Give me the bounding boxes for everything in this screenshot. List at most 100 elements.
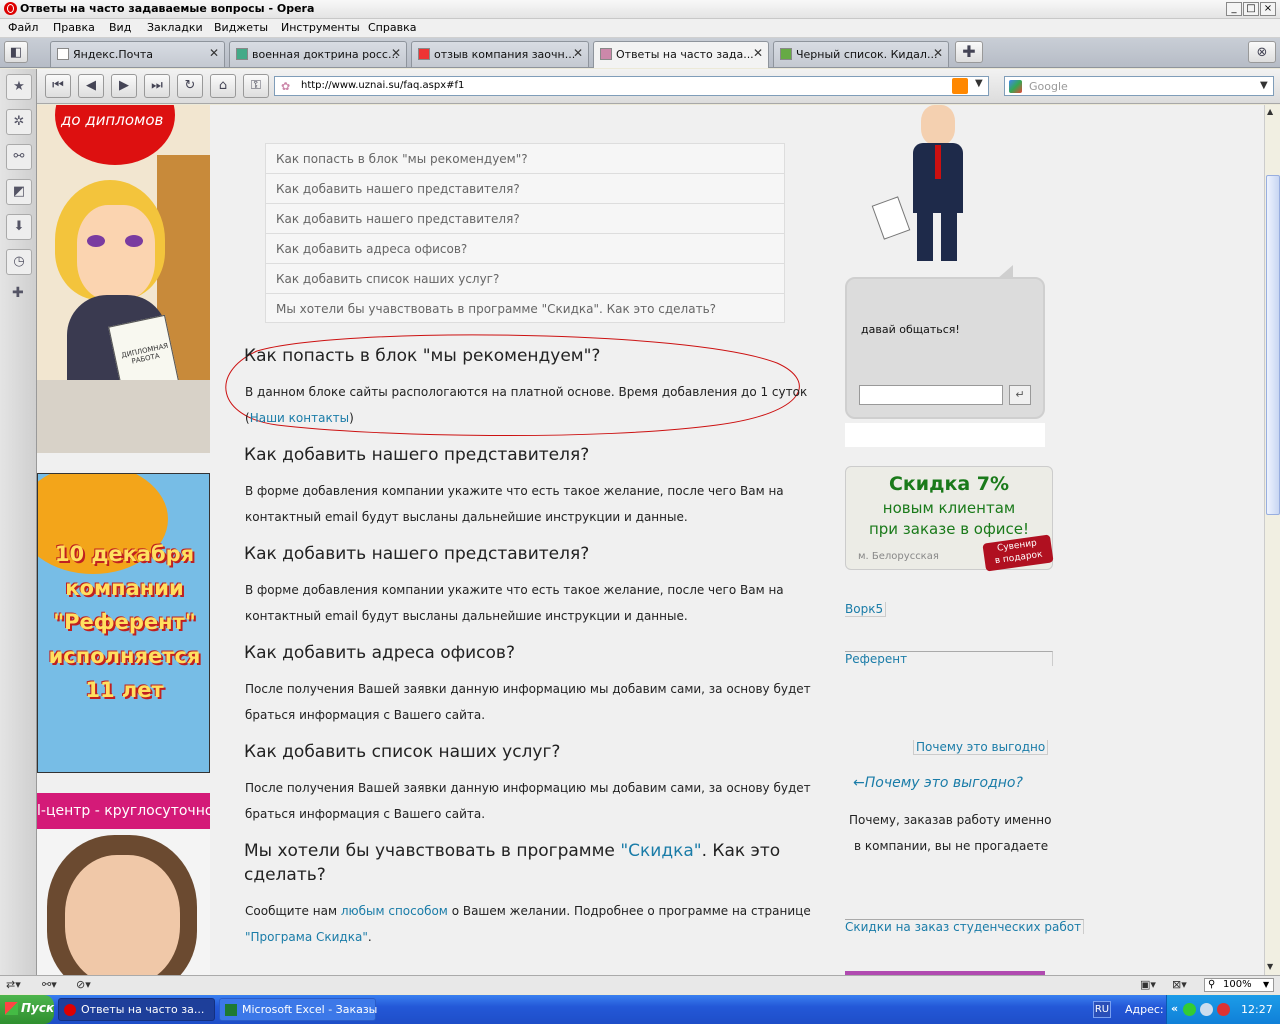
- note-icon: ◩: [12, 184, 26, 199]
- close-button[interactable]: ×: [1260, 2, 1276, 16]
- faq-index-item[interactable]: Как добавить нашего представителя?: [266, 174, 784, 204]
- minimize-button[interactable]: _: [1226, 2, 1242, 16]
- status-turbo-icon[interactable]: ⊘▾: [76, 978, 91, 991]
- status-view-icon[interactable]: ⊠▾: [1172, 978, 1187, 991]
- menu-file[interactable]: Файл: [8, 21, 38, 34]
- plus-icon: ✚: [962, 42, 976, 61]
- add-panel-button[interactable]: ✚: [12, 285, 24, 301]
- tab-close-icon[interactable]: ✕: [573, 46, 583, 60]
- tray-icon-icq[interactable]: [1183, 1003, 1196, 1016]
- discount-title: Скидка 7%: [888, 473, 1010, 495]
- banner-call-center[interactable]: l-центр - круглосуточно!: [37, 793, 210, 975]
- panel-toggle-button[interactable]: ◧: [4, 41, 28, 63]
- tab-yandex-mail[interactable]: Яндекс.Почта ✕: [50, 41, 225, 67]
- status-tool-icon[interactable]: ⇄▾: [6, 978, 21, 991]
- student-discounts-link[interactable]: Скидки на заказ студенческих работ: [845, 919, 1085, 934]
- widgets-panel-button[interactable]: ✲: [6, 109, 32, 135]
- scroll-up-icon[interactable]: ▲: [1267, 107, 1273, 116]
- discount-banner[interactable]: Скидка 7% новым клиентам при заказе в оф…: [845, 466, 1054, 572]
- status-sync-icon[interactable]: ⚯▾: [42, 978, 57, 991]
- lock-icon: ⚿: [251, 78, 261, 93]
- tab-review[interactable]: отзыв компания заочн... ✕: [411, 41, 589, 67]
- search-dropdown-icon[interactable]: ▼: [1260, 80, 1268, 91]
- bookmarks-panel-button[interactable]: ★: [6, 74, 32, 100]
- back-button[interactable]: ◀: [78, 74, 104, 98]
- why-profitable-heading[interactable]: ←Почему это выгодно?: [853, 775, 1023, 791]
- tab-label: Ответы на часто зада...: [616, 48, 754, 61]
- home-button[interactable]: ⌂: [210, 74, 236, 98]
- address-dropdown-icon[interactable]: ▼: [975, 78, 983, 89]
- tray-icon-network[interactable]: [1200, 1003, 1213, 1016]
- address-input[interactable]: http://www.uznai.su/faq.aspx#f1: [301, 80, 464, 91]
- language-indicator[interactable]: RU: [1093, 1001, 1111, 1018]
- banner-referent-anniversary[interactable]: 10 декабря компании "Референт" исполняет…: [37, 473, 210, 773]
- faq-index-item[interactable]: Как попасть в блок "мы рекомендуем"?: [266, 144, 784, 174]
- start-button[interactable]: Пуск: [0, 995, 54, 1024]
- tab-close-icon[interactable]: ✕: [209, 46, 219, 60]
- forward-arrow-icon: ▶: [119, 78, 129, 93]
- faq-index-item[interactable]: Как добавить список наших услуг?: [266, 264, 784, 294]
- faq-index-item[interactable]: Как добавить нашего представителя?: [266, 204, 784, 234]
- faq-index-item[interactable]: Мы хотели бы учавствовать в программе "С…: [266, 294, 784, 324]
- work5-link[interactable]: Ворк5: [845, 602, 887, 617]
- contacts-link[interactable]: Наши контакты: [250, 411, 349, 425]
- downloads-panel-button[interactable]: ⬇: [6, 214, 32, 240]
- tab-blacklist[interactable]: Черный список. Кидал... ✕: [773, 41, 949, 67]
- menu-widgets[interactable]: Виджеты: [214, 21, 268, 34]
- faq-answer-line: браться информация с Вашего сайта.: [245, 807, 486, 821]
- scroll-down-icon[interactable]: ▼: [1267, 962, 1273, 971]
- paren: ): [349, 411, 354, 425]
- tray-expand-icon[interactable]: «: [1171, 1002, 1178, 1015]
- tab-military-doctrine[interactable]: военная доктрина росс... ✕: [229, 41, 407, 67]
- maximize-button[interactable]: □: [1243, 2, 1259, 16]
- tab-faq[interactable]: Ответы на часто зада... ✕: [593, 41, 769, 68]
- search-box[interactable]: Google ▼: [1004, 76, 1274, 96]
- taskbar-item-excel[interactable]: Microsoft Excel - Заказы: [219, 998, 377, 1021]
- chat-input[interactable]: [859, 385, 1003, 405]
- window-title: Ответы на часто задаваемые вопросы - Ope…: [20, 2, 315, 15]
- eye: [87, 235, 105, 247]
- menu-edit[interactable]: Правка: [53, 21, 95, 34]
- tray-icon-opera[interactable]: [1217, 1003, 1230, 1016]
- faq-answer-line: (Наши контакты): [245, 405, 354, 431]
- forward-button[interactable]: ▶: [111, 74, 137, 98]
- referent-link[interactable]: Референт: [845, 651, 1053, 666]
- rss-icon[interactable]: [952, 78, 968, 94]
- tab-close-icon[interactable]: ✕: [753, 46, 763, 60]
- faq-index-item[interactable]: Как добавить адреса офисов?: [266, 234, 784, 264]
- new-tab-button[interactable]: ✚: [955, 41, 983, 63]
- chat-send-button[interactable]: ↵: [1009, 385, 1031, 405]
- status-page-icon[interactable]: ▣▾: [1140, 978, 1156, 991]
- tab-close-icon[interactable]: ✕: [391, 46, 401, 60]
- unite-panel-button[interactable]: ⚯: [6, 144, 32, 170]
- why-profitable-link[interactable]: Почему это выгодно: [913, 740, 1049, 755]
- taskbar-item-opera[interactable]: Ответы на часто за...: [58, 998, 215, 1021]
- tab-close-icon[interactable]: ✕: [933, 46, 943, 60]
- security-button[interactable]: ⚿: [243, 74, 269, 98]
- faq-question-title: Как добавить нашего представителя?: [244, 445, 590, 465]
- banner-diplomas[interactable]: до дипломов ДИПЛОМНАЯ РАБОТА: [37, 105, 210, 453]
- trash-button[interactable]: ⊗: [1248, 41, 1276, 63]
- faq-question-title: Мы хотели бы учавствовать в программе "С…: [244, 841, 780, 861]
- menu-help[interactable]: Справка: [368, 21, 416, 34]
- site-favicon-icon: ✿: [281, 80, 291, 93]
- history-panel-button[interactable]: ◷: [6, 249, 32, 275]
- discount-program-page-link[interactable]: "Програма Скидка": [245, 930, 368, 944]
- menu-tools[interactable]: Инструменты: [281, 21, 360, 34]
- menu-view[interactable]: Вид: [109, 21, 131, 34]
- fast-forward-button[interactable]: ⏭: [144, 74, 170, 98]
- mascot-head: [921, 105, 955, 145]
- tab-bar: ◧ Яндекс.Почта ✕ военная доктрина росс..…: [0, 38, 1280, 68]
- reload-button[interactable]: ↻: [177, 74, 203, 98]
- menu-bookmarks[interactable]: Закладки: [147, 21, 203, 34]
- scrollbar-thumb[interactable]: [1266, 175, 1280, 515]
- any-method-link[interactable]: любым способом: [341, 904, 448, 918]
- address-bar[interactable]: ✿ http://www.uznai.su/faq.aspx#f1 ▼: [274, 76, 989, 96]
- notes-panel-button[interactable]: ◩: [6, 179, 32, 205]
- search-input[interactable]: Google: [1029, 80, 1068, 93]
- discount-program-link[interactable]: "Скидка": [620, 841, 701, 861]
- rewind-button[interactable]: ⏮: [45, 74, 71, 98]
- zoom-control[interactable]: ⚲ 100% ▼: [1204, 978, 1274, 992]
- tab-label: военная доктрина росс...: [252, 48, 399, 61]
- banner-line: исполняется: [48, 644, 201, 668]
